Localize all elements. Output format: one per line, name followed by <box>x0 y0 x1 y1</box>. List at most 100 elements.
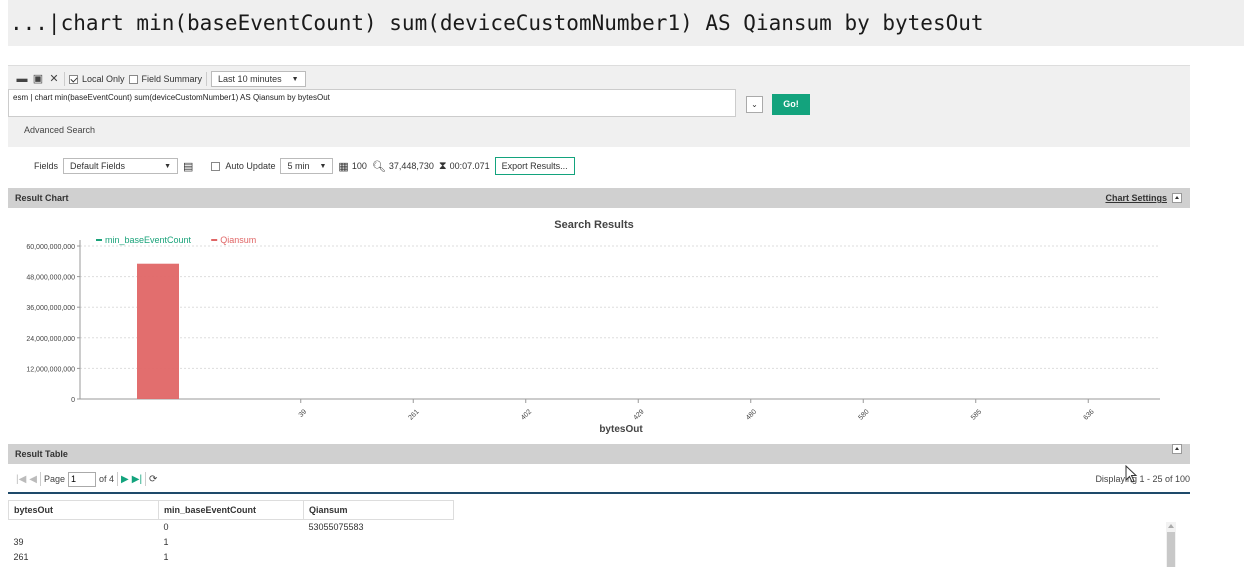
result-table-title: Result Table <box>15 449 68 459</box>
rows-stat: ▦ 100 <box>338 160 366 173</box>
y-tick-label: 60,000,000,000 <box>26 244 75 251</box>
column-header[interactable]: Qiansum <box>303 500 454 520</box>
chart-settings-link[interactable]: Chart Settings <box>1105 188 1167 208</box>
chart-title: Search Results <box>554 219 633 231</box>
field-summary-checkbox[interactable] <box>128 74 138 84</box>
auto-update-label: Auto Update <box>225 161 276 171</box>
table-cell: 53055075583 <box>308 522 364 533</box>
y-tick-label: 12,000,000,000 <box>26 366 75 373</box>
table-row[interactable]: 261 1 <box>9 550 454 565</box>
result-table: bytesOut min_baseEventCount Qiansum 0 53… <box>8 500 454 565</box>
local-only-checkbox[interactable] <box>69 74 78 84</box>
query-banner: ...|chart min(baseEventCount) sum(device… <box>8 0 1244 46</box>
elapsed-stat: ⧗ 00:07.071 <box>439 160 490 173</box>
table-cell: 1 <box>163 552 169 562</box>
query-input[interactable]: esm | chart min(baseEventCount) sum(devi… <box>8 89 736 117</box>
x-tick-label: 580 <box>857 408 870 421</box>
pager-divider <box>40 472 41 486</box>
pager-divider <box>117 472 119 486</box>
timer-icon: ⧗ <box>438 159 447 172</box>
elapsed-value: 00:07.071 <box>449 161 490 171</box>
prev-page-icon[interactable]: ◀ <box>29 474 37 485</box>
table-cell <box>9 520 159 535</box>
pager-divider <box>145 472 147 486</box>
local-only-label: Local Only <box>82 74 125 84</box>
time-range-select[interactable]: Last 10 minutes ▼ <box>211 71 306 87</box>
next-page-icon[interactable]: ▶ <box>121 474 129 485</box>
auto-update-checkbox[interactable] <box>211 161 221 171</box>
table-header-row: bytesOut min_baseEventCount Qiansum <box>8 500 454 520</box>
scroll-up-icon[interactable] <box>1168 524 1174 528</box>
displaying-count: Displaying 1 - 25 of 100 <box>1095 474 1190 484</box>
legend-label: min_baseEventCount <box>105 235 192 245</box>
table-row[interactable]: 39 1 <box>9 535 454 550</box>
result-table-header: Result Table <box>8 444 1190 464</box>
collapse-chart-icon[interactable] <box>1172 193 1182 203</box>
table-row[interactable]: 0 53055075583 <box>9 520 454 535</box>
folder-icon[interactable]: ▬ <box>16 73 28 85</box>
search-panel: ▬ ▣ ✕ Local Only Field Summary Last 10 m… <box>8 65 1190 147</box>
chevron-down-icon: ▼ <box>291 75 299 83</box>
page-label: Page <box>44 474 66 484</box>
chevron-down-icon: ⌄ <box>751 100 758 109</box>
toolbar-divider <box>206 72 208 86</box>
x-tick-label: 480 <box>745 408 758 421</box>
column-header[interactable]: bytesOut <box>8 500 159 520</box>
table-cell <box>304 550 454 565</box>
x-tick-label: 429 <box>632 408 645 421</box>
go-button[interactable]: Go! <box>772 94 810 115</box>
table-pager: |◀ ◀ Page of 4 ▶ ▶| ⟳ Displaying 1 - 25 … <box>8 466 1190 494</box>
search-options-row: Fields Default Fields ▼ ▤ Auto Update 5 … <box>8 152 1190 180</box>
x-tick-label: 402 <box>520 408 533 421</box>
x-axis-label: bytesOut <box>599 424 643 435</box>
scroll-thumb[interactable] <box>1167 532 1175 567</box>
y-tick-label: 48,000,000,000 <box>26 275 75 282</box>
field-list-icon[interactable]: ▤ <box>183 160 193 173</box>
x-tick-label: 39 <box>298 408 309 419</box>
page-input[interactable] <box>68 471 97 487</box>
fields-label: Fields <box>34 161 59 171</box>
save-icon[interactable]: ▣ <box>32 73 44 85</box>
table-cell: 1 <box>163 537 169 547</box>
query-history-dropdown[interactable]: ⌄ <box>746 96 763 113</box>
table-cell: 0 <box>163 522 169 533</box>
legend-label: Qiansum <box>220 235 256 245</box>
table-icon: ▦ <box>338 160 349 173</box>
bar-Qiansum <box>137 263 179 399</box>
page-of-label: of 4 <box>99 474 115 484</box>
rows-value: 100 <box>351 161 367 171</box>
result-chart: Search Results 0 12,000,000,000 24,000,000,… <box>8 210 1208 442</box>
table-scrollbar[interactable] <box>1166 522 1176 567</box>
advanced-search-link[interactable]: Advanced Search <box>24 125 95 135</box>
x-tick-label: 261 <box>407 408 420 421</box>
table-cell: 39 <box>13 537 24 547</box>
column-header[interactable]: min_baseEventCount <box>158 500 304 520</box>
result-chart-header: Result Chart Chart Settings <box>8 188 1190 208</box>
export-results-button[interactable]: Export Results... <box>494 157 575 175</box>
chevron-down-icon: ▼ <box>164 162 172 170</box>
last-page-icon[interactable]: ▶| <box>132 474 142 485</box>
fields-select[interactable]: Default Fields ▼ <box>63 158 179 174</box>
collapse-table-icon[interactable] <box>1172 444 1182 454</box>
y-tick-label: 24,000,000,000 <box>26 336 75 343</box>
auto-update-value: 5 min <box>287 161 310 171</box>
first-page-icon[interactable]: |◀ <box>16 474 26 485</box>
chevron-down-icon: ▼ <box>319 162 327 170</box>
table-cell <box>304 535 454 550</box>
refresh-icon[interactable]: ⟳ <box>149 474 157 485</box>
chart-svg: Search Results 0 12,000,000,000 24,000,000,… <box>26 219 1208 435</box>
hits-stat: 🔍︎ 37,448,730 <box>372 160 434 173</box>
field-summary-label: Field Summary <box>141 74 203 84</box>
search-toolbar: ▬ ▣ ✕ Local Only Field Summary Last 10 m… <box>16 70 306 88</box>
result-chart-title: Result Chart <box>15 193 69 203</box>
y-tick-label: 36,000,000,000 <box>26 305 75 312</box>
hits-value: 37,448,730 <box>388 161 434 171</box>
time-range-value: Last 10 minutes <box>218 74 282 84</box>
search-icon: 🔍︎ <box>371 160 386 173</box>
x-tick-label: 585 <box>970 408 983 421</box>
close-icon[interactable]: ✕ <box>48 73 60 85</box>
y-tick-label: 0 <box>71 397 75 404</box>
x-tick-label: 636 <box>1082 408 1095 421</box>
auto-update-select[interactable]: 5 min ▼ <box>280 158 334 174</box>
mouse-cursor-icon <box>1125 465 1138 483</box>
